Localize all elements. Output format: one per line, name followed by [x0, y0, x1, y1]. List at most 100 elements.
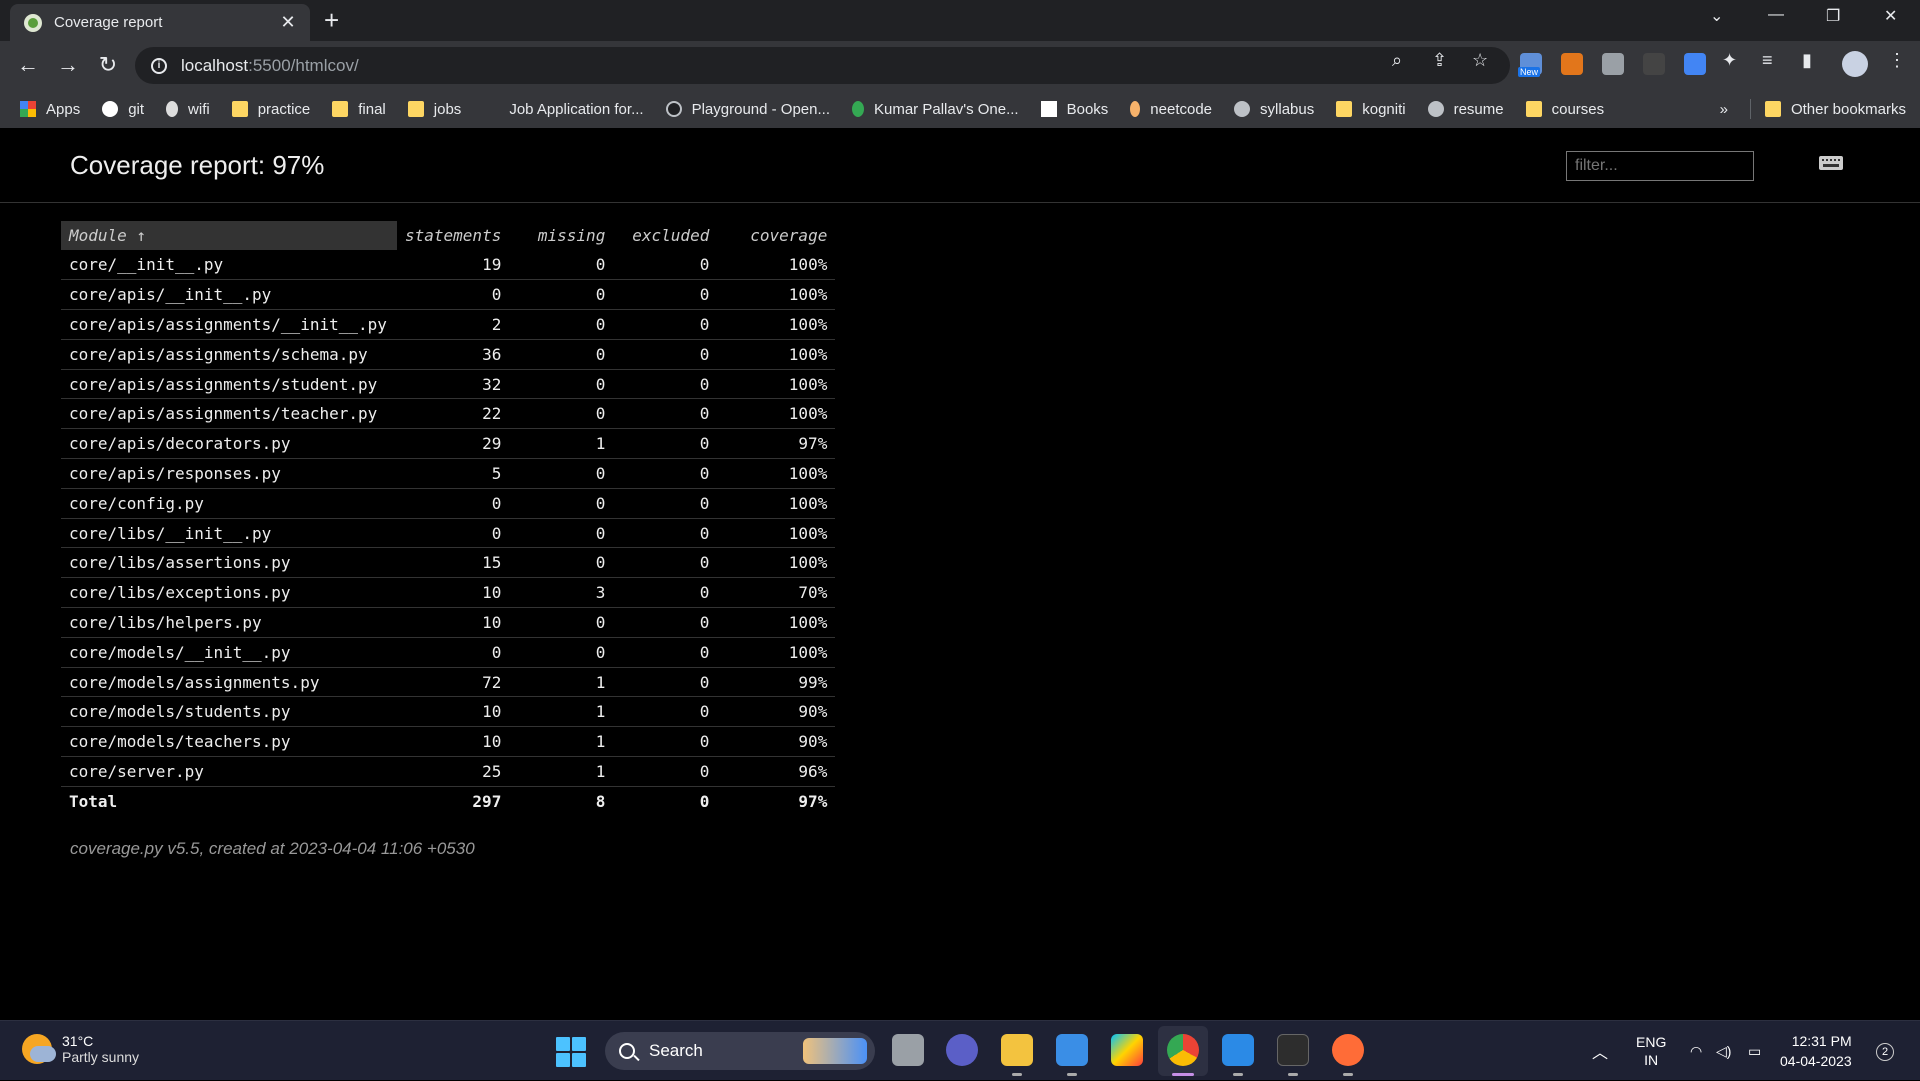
- notification-badge[interactable]: 2: [1876, 1043, 1894, 1061]
- task-view-icon[interactable]: [892, 1034, 924, 1066]
- site-info-icon[interactable]: i: [151, 57, 167, 74]
- table-row[interactable]: core/apis/assignments/__init__.py 2 0 0 100%: [61, 309, 836, 340]
- bookmark-books[interactable]: Books: [1040, 101, 1108, 118]
- bookmark-neetcode[interactable]: neetcode: [1130, 101, 1212, 118]
- module-cell[interactable]: core/apis/decorators.py: [61, 428, 397, 460]
- tab-coverage-report[interactable]: Coverage report ✕: [10, 4, 310, 41]
- minimize-icon[interactable]: —: [1768, 6, 1784, 24]
- table-row[interactable]: core/apis/assignments/teacher.py 22 0 0 100%: [61, 398, 836, 430]
- column-header-module[interactable]: Module ↑: [61, 221, 397, 250]
- table-row[interactable]: core/models/teachers.py 10 1 0 90%: [61, 726, 836, 758]
- tab-search-chevron-icon[interactable]: ⌄: [1710, 6, 1723, 26]
- bookmark-resume[interactable]: resume: [1427, 101, 1504, 118]
- metamask-extension-icon[interactable]: [1561, 53, 1583, 75]
- bookmark-apps[interactable]: Apps: [20, 101, 80, 118]
- module-cell[interactable]: core/models/assignments.py: [61, 667, 397, 698]
- module-cell[interactable]: core/config.py: [61, 488, 397, 519]
- table-row[interactable]: core/libs/assertions.py 15 0 0 100%: [61, 547, 836, 579]
- table-row[interactable]: core/libs/__init__.py 0 0 0 100%: [61, 518, 836, 549]
- back-arrow-icon[interactable]: ←: [14, 52, 42, 78]
- module-cell[interactable]: core/libs/helpers.py: [61, 607, 397, 638]
- module-cell[interactable]: core/models/teachers.py: [61, 726, 397, 758]
- column-header-coverage[interactable]: coverage: [717, 221, 835, 250]
- module-cell[interactable]: core/apis/assignments/schema.py: [61, 339, 397, 370]
- module-cell[interactable]: core/models/__init__.py: [61, 637, 397, 668]
- table-row[interactable]: core/server.py 25 1 0 96%: [61, 756, 836, 787]
- start-windows-icon[interactable]: [556, 1037, 586, 1067]
- module-cell[interactable]: core/apis/__init__.py: [61, 279, 397, 311]
- vscode-icon[interactable]: [1222, 1034, 1254, 1066]
- table-row[interactable]: core/apis/__init__.py 0 0 0 100%: [61, 279, 836, 311]
- taskbar-search[interactable]: Search: [605, 1032, 875, 1070]
- module-cell[interactable]: core/apis/responses.py: [61, 458, 397, 489]
- table-row[interactable]: core/models/students.py 10 1 0 90%: [61, 696, 836, 728]
- table-row[interactable]: core/libs/exceptions.py 10 3 0 70%: [61, 577, 836, 609]
- bookmark-wifi[interactable]: wifi: [166, 101, 210, 118]
- zoom-search-icon[interactable]: ⌕: [1392, 50, 1402, 71]
- table-row[interactable]: core/apis/assignments/student.py 32 0 0 100%: [61, 369, 836, 400]
- module-cell[interactable]: core/libs/assertions.py: [61, 547, 397, 579]
- volume-icon[interactable]: ◁): [1716, 1021, 1731, 1081]
- notepad-icon[interactable]: [1056, 1034, 1088, 1066]
- chrome-icon[interactable]: [1167, 1034, 1199, 1066]
- postman-icon[interactable]: [1332, 1034, 1364, 1066]
- restore-icon[interactable]: ❐: [1826, 6, 1840, 26]
- media-queue-icon[interactable]: ≡: [1762, 50, 1773, 71]
- column-header-excluded[interactable]: excluded: [613, 221, 717, 250]
- reload-icon[interactable]: ↻: [94, 52, 122, 78]
- table-row[interactable]: core/models/__init__.py 0 0 0 100%: [61, 637, 836, 668]
- terminal-icon[interactable]: [1277, 1034, 1309, 1066]
- language-indicator[interactable]: ENG IN: [1636, 1021, 1666, 1081]
- module-cell[interactable]: core/libs/__init__.py: [61, 518, 397, 549]
- bookmarks-overflow-chevron[interactable]: »: [1720, 101, 1728, 118]
- share-icon[interactable]: ⇪: [1432, 50, 1447, 71]
- close-tab-icon[interactable]: ✕: [278, 12, 298, 33]
- close-window-icon[interactable]: ✕: [1884, 6, 1897, 26]
- file-explorer-icon[interactable]: [1001, 1034, 1033, 1066]
- table-row[interactable]: core/apis/decorators.py 29 1 0 97%: [61, 428, 836, 460]
- bookmark-final[interactable]: final: [332, 101, 386, 118]
- bookmark-job-application[interactable]: Job Application for...: [483, 101, 644, 118]
- weather-widget[interactable]: 31°C Partly sunny: [22, 1033, 139, 1065]
- module-cell[interactable]: core/models/students.py: [61, 696, 397, 728]
- table-row[interactable]: core/apis/assignments/schema.py 36 0 0 100%: [61, 339, 836, 370]
- module-cell[interactable]: core/libs/exceptions.py: [61, 577, 397, 609]
- table-row[interactable]: core/config.py 0 0 0 100%: [61, 488, 836, 519]
- module-cell[interactable]: core/apis/assignments/__init__.py: [61, 309, 397, 340]
- tray-overflow-chevron-icon[interactable]: ︿: [1592, 1021, 1608, 1081]
- teams-chat-icon[interactable]: [946, 1034, 978, 1066]
- table-row[interactable]: core/models/assignments.py 72 1 0 99%: [61, 667, 836, 698]
- table-row[interactable]: core/__init__.py 19 0 0 100%: [61, 250, 836, 281]
- extensions-puzzle-icon[interactable]: ✦: [1722, 50, 1737, 71]
- clock[interactable]: 12:31 PM 04-04-2023: [1780, 1031, 1852, 1071]
- module-cell[interactable]: core/apis/assignments/student.py: [61, 369, 397, 400]
- column-header-missing[interactable]: missing: [509, 221, 613, 250]
- forward-arrow-icon[interactable]: →: [54, 52, 82, 78]
- address-bar[interactable]: i localhost:5500/htmlcov/: [135, 47, 1510, 84]
- bookmark-star-icon[interactable]: ☆: [1472, 50, 1488, 71]
- side-panel-icon[interactable]: ▮: [1802, 50, 1812, 71]
- column-header-statements[interactable]: statements: [397, 221, 509, 250]
- bookmark-kogniti[interactable]: kogniti: [1336, 101, 1406, 118]
- wifi-icon[interactable]: ◠: [1690, 1021, 1702, 1081]
- kebab-menu-icon[interactable]: ⋮: [1888, 50, 1906, 71]
- bookmark-playground[interactable]: Playground - Open...: [665, 101, 830, 118]
- profile-avatar[interactable]: [1842, 51, 1868, 77]
- bookmark-kumar-pallav[interactable]: Kumar Pallav's One...: [852, 101, 1019, 118]
- table-row[interactable]: core/apis/responses.py 5 0 0 100%: [61, 458, 836, 489]
- table-row[interactable]: core/libs/helpers.py 10 0 0 100%: [61, 607, 836, 638]
- module-cell[interactable]: core/apis/assignments/teacher.py: [61, 398, 397, 430]
- extension-new-icon[interactable]: New: [1518, 53, 1542, 77]
- battery-icon[interactable]: ▭: [1748, 1021, 1761, 1081]
- extension-icon[interactable]: [1643, 53, 1665, 75]
- bookmark-practice[interactable]: practice: [231, 101, 310, 118]
- bookmark-git[interactable]: git: [102, 101, 144, 118]
- translate-extension-icon[interactable]: [1684, 53, 1706, 75]
- extension-icon[interactable]: [1602, 53, 1624, 75]
- bookmark-syllabus[interactable]: syllabus: [1234, 101, 1314, 118]
- filter-input[interactable]: [1566, 151, 1754, 181]
- bookmark-courses[interactable]: courses: [1525, 101, 1604, 118]
- module-cell[interactable]: core/server.py: [61, 756, 397, 787]
- new-tab-button[interactable]: +: [324, 7, 339, 33]
- keyboard-shortcuts-icon[interactable]: [1819, 156, 1843, 170]
